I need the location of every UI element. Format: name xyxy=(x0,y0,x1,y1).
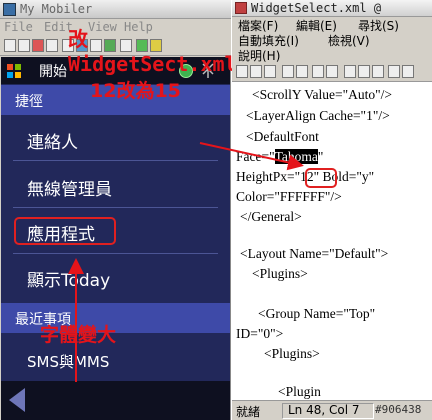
phone-screen: 開始 捷徑 連絡人 無線管理員 應用程式 顯示Today 最近事項 SMS與MM… xyxy=(1,57,230,420)
tool-icon[interactable] xyxy=(46,39,58,52)
menu-file[interactable]: File xyxy=(4,20,33,34)
code-text: Face=" xyxy=(236,149,275,164)
code-editor[interactable]: <ScrollY Value="Auto"/> <LayerAlign Cach… xyxy=(232,82,432,400)
undo-icon[interactable] xyxy=(388,65,400,78)
code-line: <Plugins> xyxy=(264,346,320,361)
menu-view[interactable]: 檢視(V) xyxy=(328,32,370,49)
editor-toolbar xyxy=(232,62,432,82)
annotation-font-bigger: 字體變大 xyxy=(40,324,117,346)
windows-logo-icon[interactable] xyxy=(6,63,22,79)
status-ready: 就緒 xyxy=(236,405,261,419)
divider xyxy=(13,207,218,208)
code-text: HeightPx=" xyxy=(236,169,301,184)
menu-item-contacts[interactable]: 連絡人 xyxy=(27,128,78,153)
phone-bottom-bar xyxy=(1,381,230,420)
tool-icon[interactable] xyxy=(32,39,44,52)
copy-icon[interactable] xyxy=(358,65,370,78)
cut-icon[interactable] xyxy=(344,65,356,78)
code-line: ID="0"> xyxy=(236,326,284,341)
menu-item-sms-mms[interactable]: SMS與MMS xyxy=(27,351,109,372)
highlight-circle-annotation xyxy=(305,168,337,188)
spell-icon[interactable] xyxy=(326,65,338,78)
watermark: #906438 xyxy=(375,403,422,416)
highlight-box-annotation xyxy=(14,217,116,245)
cursor-position: Ln 48, Col 7 xyxy=(288,403,360,417)
app-icon xyxy=(3,3,16,16)
code-line: <Plugins> xyxy=(252,266,308,281)
redo-icon[interactable] xyxy=(402,65,414,78)
code-line: Face="Tahoma" xyxy=(236,149,323,165)
code-line: <DefaultFont xyxy=(246,129,319,144)
back-arrow-icon[interactable] xyxy=(9,388,25,412)
code-line: <ScrollY Value="Auto"/> xyxy=(252,87,392,102)
annotation-edit-file: 改WidgetSect.xml xyxy=(68,27,237,76)
annotation-change-size: 12改為15 xyxy=(90,80,181,102)
save-icon[interactable] xyxy=(264,65,276,78)
code-line: <Layout Name="Default"> xyxy=(240,246,389,261)
tool-icon[interactable] xyxy=(18,39,30,52)
find-icon[interactable] xyxy=(312,65,324,78)
editor-title: WidgetSelect.xml @ xyxy=(251,1,382,15)
divider xyxy=(13,160,218,161)
code-line: <Plugin xyxy=(278,384,321,399)
preview-icon[interactable] xyxy=(296,65,308,78)
selected-text[interactable]: Tahoma xyxy=(274,149,318,164)
editor-app-icon xyxy=(235,2,247,14)
editor-window: WidgetSelect.xml @ 檔案(F) 編輯(E) 尋找(S) 自動填… xyxy=(232,0,432,420)
mobiler-window: My Mobiler File Edit View Help 開始 捷徑 連絡人… xyxy=(0,0,237,420)
editor-title-bar[interactable]: WidgetSelect.xml @ xyxy=(232,0,432,17)
mobiler-title-bar[interactable]: My Mobiler xyxy=(0,0,231,19)
code-line: </General> xyxy=(240,209,302,224)
editor-menu-bar: 檔案(F) 編輯(E) 尋找(S) 自動填充(I) 檢視(V) 說明(H) xyxy=(232,17,432,63)
mobiler-title: My Mobiler xyxy=(20,2,93,16)
start-label[interactable]: 開始 xyxy=(39,61,67,81)
code-line: Color="FFFFFF"/> xyxy=(236,189,342,204)
menu-item-show-today[interactable]: 顯示Today xyxy=(27,266,110,291)
new-file-icon[interactable] xyxy=(236,65,248,78)
open-file-icon[interactable] xyxy=(250,65,262,78)
print-icon[interactable] xyxy=(282,65,294,78)
code-line: <Group Name="Top" xyxy=(258,306,376,321)
paste-icon[interactable] xyxy=(372,65,384,78)
menu-item-wireless-manager[interactable]: 無線管理員 xyxy=(27,175,112,200)
divider xyxy=(13,253,218,254)
code-text: " xyxy=(317,149,324,164)
code-line: <LayerAlign Cache="1"/> xyxy=(246,108,390,123)
tool-icon[interactable] xyxy=(4,39,16,52)
